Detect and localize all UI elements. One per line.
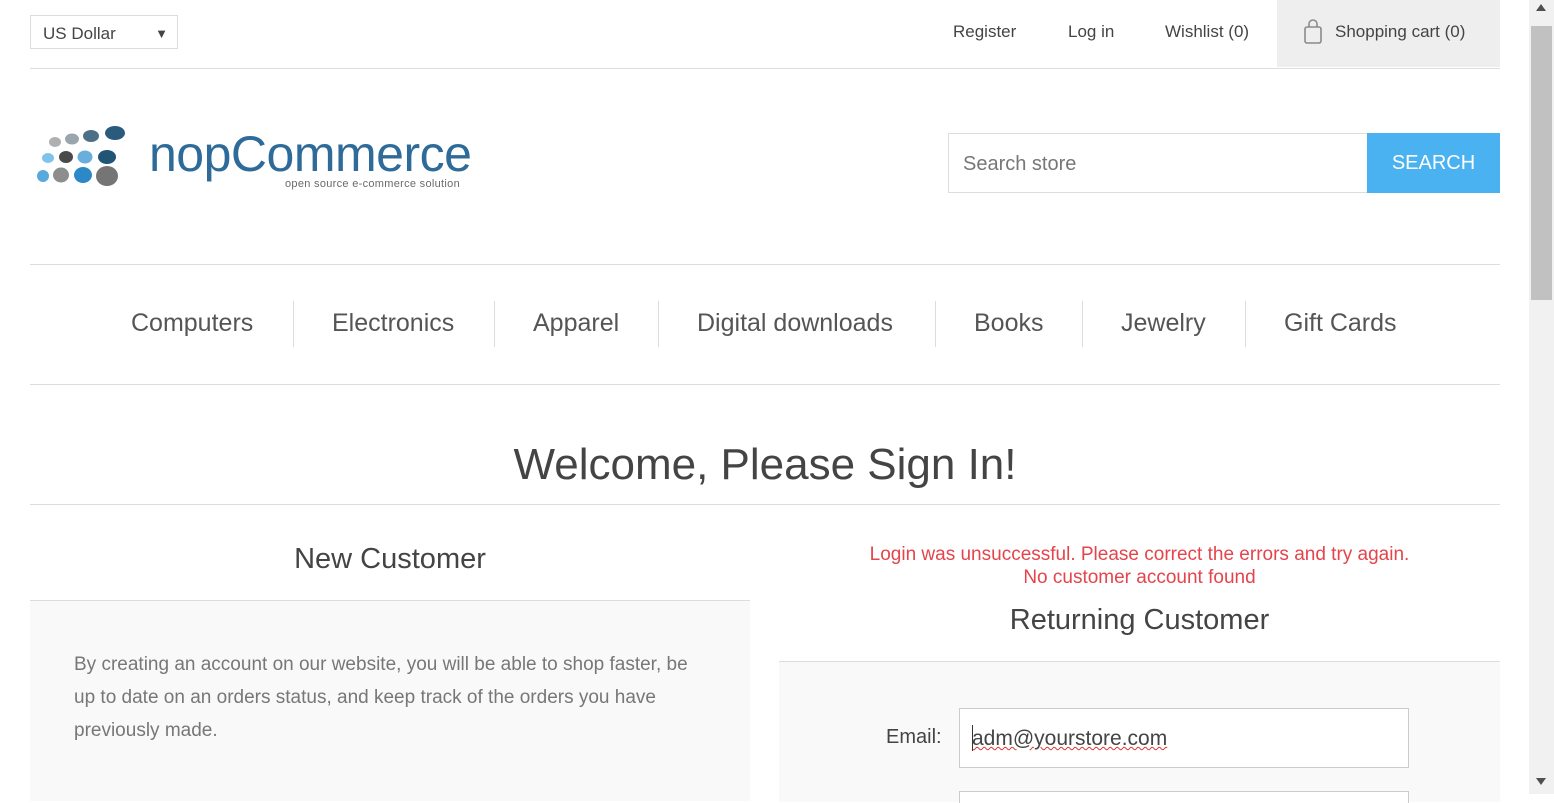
search-input[interactable]: Search store [948,133,1368,193]
page: US Dollar ▼ Register Log in Wishlist (0)… [30,0,1500,803]
logo-dots-icon [37,126,125,186]
returning-customer-panel: Email: adm@yourstore.com [779,661,1500,803]
menu-separator [935,301,936,347]
shopping-cart-link[interactable]: Shopping cart (0) [1277,0,1500,67]
caret-down-icon: ▼ [155,26,168,41]
logo-tagline: open source e-commerce solution [285,178,460,190]
menu-item-jewelry[interactable]: Jewelry [1121,309,1206,338]
search-button[interactable]: SEARCH [1367,133,1500,193]
title-divider [30,504,1500,505]
login-error-detail: No customer account found [1023,567,1256,588]
scroll-down-arrow-icon[interactable] [1536,778,1546,785]
currency-value: US Dollar [43,24,116,43]
returning-customer-title: Returning Customer [1009,604,1270,636]
page-title: Welcome, Please Sign In! [513,440,1017,489]
logo-wordmark: nopCommerce [149,126,472,182]
menu-separator [658,301,659,347]
scrollbar-thumb[interactable] [1531,26,1552,300]
menu-item-books[interactable]: Books [974,309,1043,338]
email-label: Email: [886,726,942,748]
menu-item-gift-cards[interactable]: Gift Cards [1284,309,1397,338]
vertical-scrollbar[interactable] [1529,0,1554,794]
header-links-bar: US Dollar ▼ Register Log in Wishlist (0)… [30,0,1500,69]
new-customer-title: New Customer [294,543,486,575]
login-error-message: Login was unsuccessful. Please correct t… [779,543,1500,589]
login-error-line: Login was unsuccessful. Please correct t… [869,544,1410,565]
text-cursor [972,725,973,751]
shopping-bag-icon [1304,19,1322,44]
register-link[interactable]: Register [953,22,1016,42]
new-customer-text: By creating an account on our website, y… [74,654,688,741]
search-placeholder: Search store [963,153,1077,175]
email-field[interactable]: adm@yourstore.com [959,708,1409,768]
scroll-up-arrow-icon[interactable] [1536,4,1546,11]
email-value: adm@yourstore.com [972,727,1168,750]
menu-separator [494,301,495,347]
menu-item-apparel[interactable]: Apparel [533,309,619,338]
store-logo[interactable]: nopCommerce open source e-commerce solut… [35,120,487,202]
password-field[interactable] [959,791,1409,803]
wishlist-link[interactable]: Wishlist (0) [1165,22,1249,42]
new-customer-panel: By creating an account on our website, y… [30,600,750,801]
menu-item-digital-downloads[interactable]: Digital downloads [697,309,893,338]
top-menu: Computers Electronics Apparel Digital do… [30,264,1500,385]
menu-item-electronics[interactable]: Electronics [332,309,454,338]
menu-item-computers[interactable]: Computers [131,309,253,338]
shopping-cart-label: Shopping cart (0) [1335,22,1466,41]
menu-separator [293,301,294,347]
menu-separator [1245,301,1246,347]
login-link[interactable]: Log in [1068,22,1114,42]
currency-selector[interactable]: US Dollar ▼ [30,15,178,49]
menu-separator [1082,301,1083,347]
